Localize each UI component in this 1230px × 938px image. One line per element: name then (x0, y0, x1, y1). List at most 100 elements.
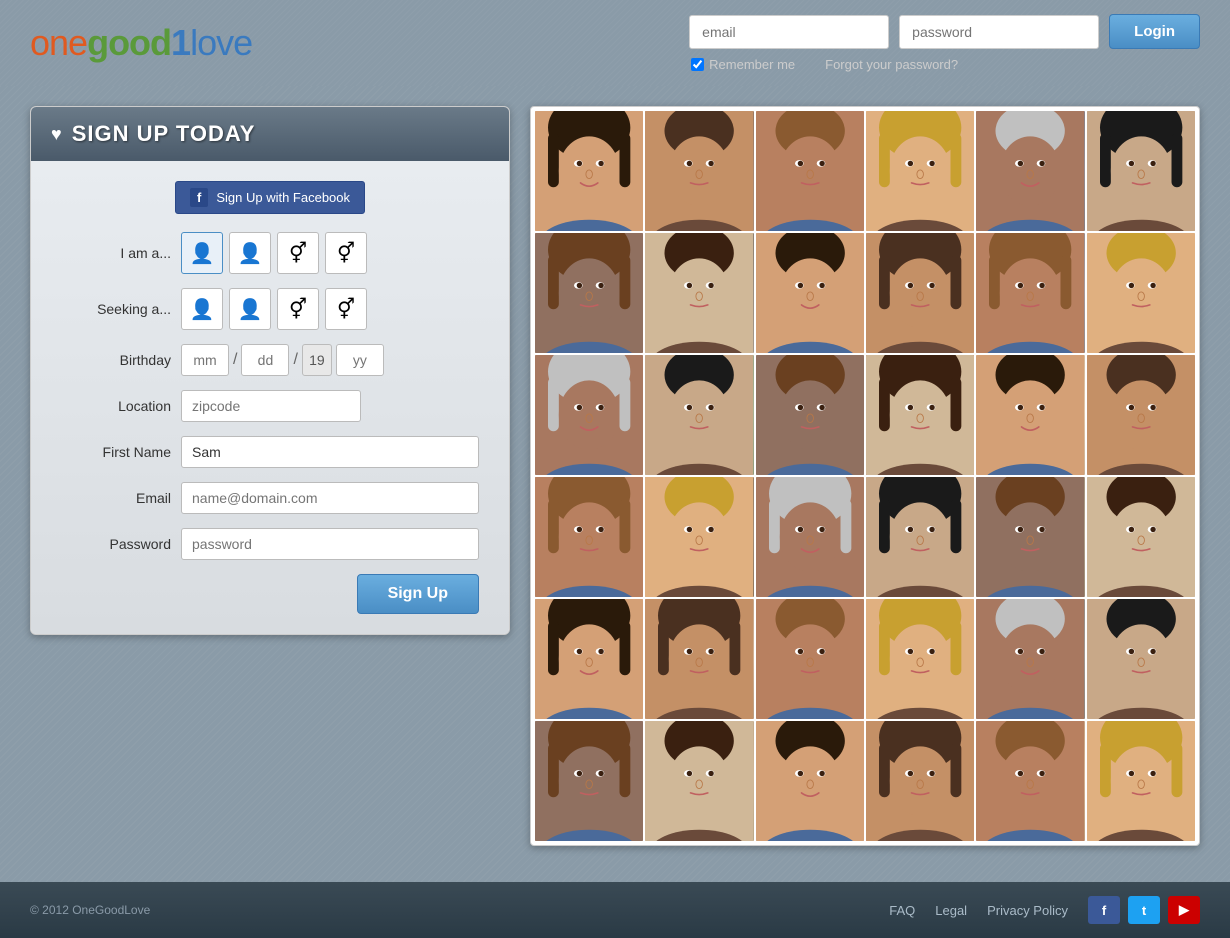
firstname-row: First Name (61, 436, 479, 468)
photo-cell (1087, 111, 1195, 231)
iam-man-btn[interactable]: 👤 (181, 232, 223, 274)
photo-grid (530, 106, 1200, 846)
iam-woman-btn[interactable]: 👤 (229, 232, 271, 274)
facebook-signup-button[interactable]: f Sign Up with Facebook (175, 181, 365, 214)
photo-cell (645, 355, 753, 475)
seeking-woman-btn[interactable]: 👤 (229, 288, 271, 330)
photo-cell (645, 233, 753, 353)
photo-cell (1087, 477, 1195, 597)
iam-row: I am a... 👤 👤 ⚥ ⚥ (61, 232, 479, 274)
signup-button[interactable]: Sign Up (357, 574, 479, 614)
photo-cell (645, 599, 753, 719)
email-label: Email (61, 490, 171, 506)
password-label: Password (61, 536, 171, 552)
signup-title: SIGN UP TODAY (72, 121, 256, 147)
header-email-input[interactable] (689, 15, 889, 49)
birthday-group: / / (181, 344, 384, 376)
seeking-couple-btn[interactable]: ⚥ (325, 288, 367, 330)
iam-options: 👤 👤 ⚥ ⚥ (181, 232, 367, 274)
photo-cell (866, 233, 974, 353)
password-row: Password (61, 528, 479, 560)
bday-sep-2: / (293, 351, 297, 369)
footer-privacy-link[interactable]: Privacy Policy (987, 903, 1068, 918)
twitter-social-icon: t (1142, 903, 1146, 918)
photo-cell (976, 721, 1084, 841)
main-content: ♥ SIGN UP TODAY f Sign Up with Facebook … (0, 86, 1230, 882)
logo-one: one (30, 22, 87, 63)
email-row: Email (61, 482, 479, 514)
location-input[interactable] (181, 390, 361, 422)
heart-icon: ♥ (51, 124, 62, 145)
seeking-man-btn[interactable]: 👤 (181, 288, 223, 330)
remember-text: Remember me (709, 57, 795, 72)
seeking-options: 👤 👤 ⚥ ⚥ (181, 288, 367, 330)
photo-cell (535, 355, 643, 475)
photo-cell (1087, 721, 1195, 841)
social-youtube-button[interactable]: ▶ (1168, 896, 1200, 924)
photo-cell (535, 111, 643, 231)
header-password-input[interactable] (899, 15, 1099, 49)
photo-cell (866, 599, 974, 719)
footer-faq-link[interactable]: FAQ (889, 903, 915, 918)
iam-label: I am a... (61, 245, 171, 261)
photo-cell (976, 355, 1084, 475)
photo-cell (535, 233, 643, 353)
footer-social: f t ▶ (1088, 896, 1200, 924)
photo-cell (645, 111, 753, 231)
signup-header: ♥ SIGN UP TODAY (31, 107, 509, 161)
seeking-row: Seeking a... 👤 👤 ⚥ ⚥ (61, 288, 479, 330)
photo-cell (866, 355, 974, 475)
remember-label[interactable]: Remember me (691, 57, 795, 72)
social-twitter-button[interactable]: t (1128, 896, 1160, 924)
header-top: onegood1love Login Remember me Forgot yo… (0, 0, 1230, 86)
youtube-social-icon: ▶ (1179, 902, 1189, 918)
seeking-man-woman-btn[interactable]: ⚥ (277, 288, 319, 330)
header-login-row: Login (689, 14, 1200, 49)
login-button[interactable]: Login (1109, 14, 1200, 49)
password-input[interactable] (181, 528, 479, 560)
photo-cell (756, 721, 864, 841)
photo-cell (976, 477, 1084, 597)
birthday-dd-input[interactable] (241, 344, 289, 376)
iam-couple-btn[interactable]: ⚥ (325, 232, 367, 274)
remember-checkbox[interactable] (691, 58, 704, 71)
signup-btn-row: Sign Up (61, 574, 479, 614)
photo-cell (756, 599, 864, 719)
photo-cell (756, 477, 864, 597)
firstname-input[interactable] (181, 436, 479, 468)
footer-links: FAQ Legal Privacy Policy f t ▶ (889, 896, 1200, 924)
photo-cell (1087, 233, 1195, 353)
photo-cell (756, 111, 864, 231)
email-input[interactable] (181, 482, 479, 514)
photo-cell (535, 477, 643, 597)
facebook-btn-wrapper: f Sign Up with Facebook (61, 181, 479, 214)
social-facebook-button[interactable]: f (1088, 896, 1120, 924)
logo-one-num: 1 (171, 22, 190, 63)
header-sub-row: Remember me Forgot your password? (689, 57, 1200, 72)
birthday-label: Birthday (61, 352, 171, 368)
footer-legal-link[interactable]: Legal (935, 903, 967, 918)
birthday-row: Birthday / / (61, 344, 479, 376)
photo-cell (976, 599, 1084, 719)
location-label: Location (61, 398, 171, 414)
firstname-label: First Name (61, 444, 171, 460)
photo-cell (1087, 355, 1195, 475)
photo-cell (756, 233, 864, 353)
photo-cell (645, 721, 753, 841)
photo-cell (535, 721, 643, 841)
facebook-social-icon: f (1102, 903, 1106, 918)
logo-good: good (87, 22, 171, 63)
birthday-mm-input[interactable] (181, 344, 229, 376)
birthday-century-input (302, 344, 332, 376)
photo-cell (535, 599, 643, 719)
facebook-signup-label: Sign Up with Facebook (216, 190, 350, 205)
photo-cell (976, 111, 1084, 231)
forgot-password-link[interactable]: Forgot your password? (825, 57, 958, 72)
logo-love: love (190, 22, 252, 63)
photo-cell (866, 721, 974, 841)
iam-man-woman-btn[interactable]: ⚥ (277, 232, 319, 274)
location-row: Location (61, 390, 479, 422)
birthday-yy-input[interactable] (336, 344, 384, 376)
header-login-area: Login Remember me Forgot your password? (689, 14, 1200, 72)
signup-body: f Sign Up with Facebook I am a... 👤 👤 ⚥ … (31, 161, 509, 634)
